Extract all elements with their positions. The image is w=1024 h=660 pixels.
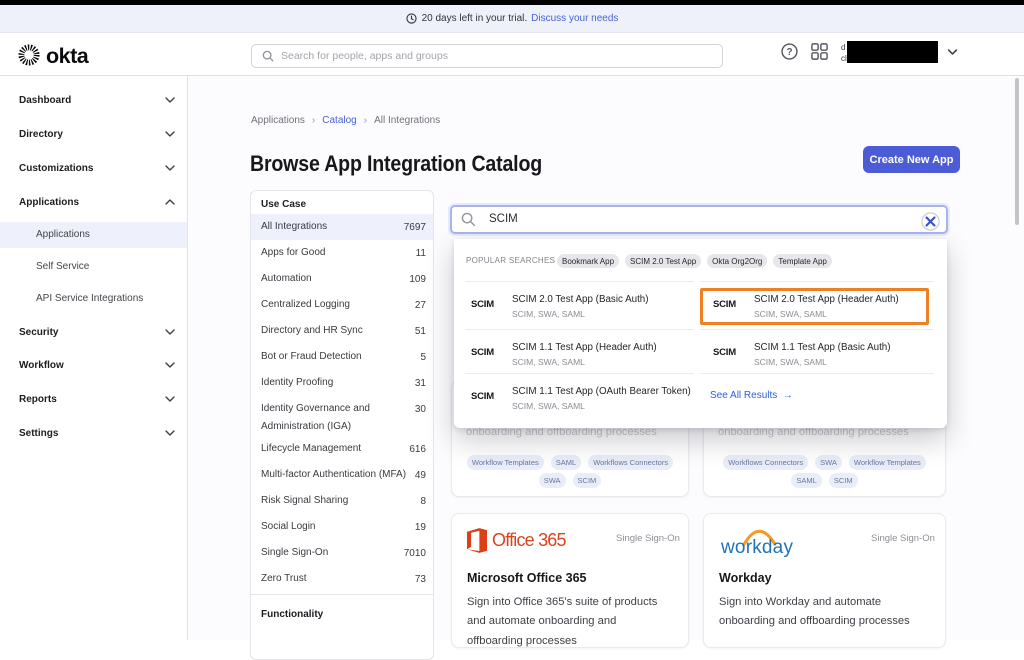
svg-text:?: ?: [786, 47, 792, 58]
